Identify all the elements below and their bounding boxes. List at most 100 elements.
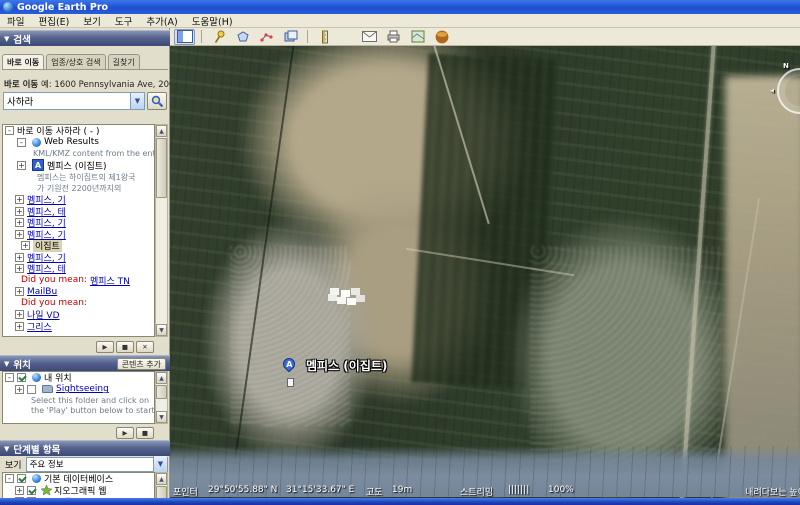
scroll-up-icon[interactable]: ▲ bbox=[156, 125, 167, 137]
print-button[interactable] bbox=[383, 29, 404, 45]
expand-node-icon[interactable]: + bbox=[15, 195, 24, 205]
collapse-panel-icon[interactable]: ▼ bbox=[4, 360, 9, 368]
expand-node-icon[interactable]: + bbox=[15, 229, 24, 239]
menu-view[interactable]: 보기 bbox=[76, 14, 107, 28]
result-item[interactable]: + 멤피스, 테 bbox=[3, 263, 154, 275]
scroll-up-icon[interactable]: ▲ bbox=[156, 473, 167, 485]
expand-node-icon[interactable]: + bbox=[21, 241, 30, 251]
scroll-down-icon[interactable]: ▼ bbox=[156, 411, 167, 423]
view-in-google-maps-button[interactable] bbox=[407, 29, 428, 45]
did-you-mean-link[interactable]: 멤피스 TN bbox=[90, 275, 130, 286]
result-item[interactable]: + 멤피스, 테 bbox=[3, 206, 154, 217]
result-item[interactable]: + 멤피스, 기 bbox=[3, 229, 154, 240]
scroll-down-icon[interactable]: ▼ bbox=[156, 324, 167, 336]
sightseeing-link[interactable]: Sightseeing bbox=[56, 384, 109, 394]
ruler-button[interactable] bbox=[314, 29, 335, 45]
result-link[interactable]: 멤피스, 테 bbox=[27, 206, 66, 217]
search-input[interactable]: 사하라 ▼ bbox=[3, 92, 145, 110]
result-link[interactable]: 멤피스, 테 bbox=[27, 263, 66, 274]
results-root-node[interactable]: - 바로 이동 사하라 ( - ) bbox=[3, 125, 154, 137]
expand-node-icon[interactable]: + bbox=[15, 264, 24, 274]
collapse-node-icon[interactable]: - bbox=[5, 373, 14, 383]
add-path-button[interactable] bbox=[256, 29, 277, 45]
layers-view-select[interactable]: 주요 정보 ▼ bbox=[25, 456, 168, 472]
placemark-doc-icon[interactable] bbox=[287, 378, 294, 387]
sightseeing-node[interactable]: + Sightseeing bbox=[3, 384, 154, 396]
result-item[interactable]: + MailBu bbox=[3, 286, 154, 298]
result-link[interactable]: 멤피스, 기 bbox=[27, 252, 66, 263]
result-link[interactable]: 그리스 bbox=[27, 321, 52, 332]
menu-file[interactable]: 파일 bbox=[0, 14, 31, 28]
expand-node-icon[interactable]: + bbox=[15, 485, 24, 495]
add-image-overlay-button[interactable] bbox=[280, 29, 301, 45]
geographic-web-checkbox[interactable] bbox=[27, 485, 36, 495]
result-link[interactable]: 멤피스, 기 bbox=[27, 194, 66, 205]
collapse-panel-icon[interactable]: ▼ bbox=[4, 35, 9, 43]
collapse-node-icon[interactable]: - bbox=[5, 126, 14, 136]
stop-tour-button[interactable]: ■ bbox=[116, 340, 134, 353]
email-button[interactable] bbox=[359, 29, 380, 45]
add-polygon-button[interactable] bbox=[232, 29, 253, 45]
menu-help[interactable]: 도움말(H) bbox=[185, 14, 240, 28]
add-placemark-button[interactable] bbox=[208, 29, 229, 45]
tab-find-businesses[interactable]: 업종/상호 검색 bbox=[46, 54, 106, 69]
primary-database-node[interactable]: - 기본 데이터베이스 bbox=[3, 473, 154, 485]
menu-edit[interactable]: 편집(E) bbox=[31, 14, 76, 28]
scroll-thumb[interactable] bbox=[156, 385, 167, 399]
satellite-map-view[interactable]: N ◂ A 멤피스 (이집트) 포인터 29°50'55.88" N 31°15… bbox=[170, 46, 800, 505]
result-link[interactable]: 나일 VD bbox=[27, 309, 60, 320]
menu-tools[interactable]: 도구 bbox=[108, 14, 139, 28]
results-scrollbar[interactable]: ▲ ▼ bbox=[155, 124, 168, 337]
compass-west-arrow-icon[interactable]: ◂ bbox=[770, 86, 774, 95]
memphis-placemark-label[interactable]: 멤피스 (이집트) bbox=[306, 357, 387, 374]
scroll-thumb[interactable] bbox=[156, 138, 167, 198]
expand-node-icon[interactable]: + bbox=[15, 287, 24, 297]
result-item[interactable]: + 멤피스, 기 bbox=[3, 252, 154, 263]
result-link[interactable]: 멤피스, 기 bbox=[27, 217, 66, 228]
result-item[interactable]: + 멤피스, 기 bbox=[3, 217, 154, 229]
result-item-selected[interactable]: + 이집트 bbox=[3, 240, 154, 252]
add-content-button[interactable]: 콘텐츠 추가 bbox=[116, 357, 166, 370]
clear-results-button[interactable]: ✕ bbox=[136, 340, 154, 353]
result-link[interactable]: 멤피스, 기 bbox=[27, 229, 66, 240]
web-results-node[interactable]: - Web Results bbox=[3, 137, 154, 149]
search-panel-header[interactable]: ▼ 검색 bbox=[0, 30, 170, 46]
selected-result-row[interactable]: + A 멤피스 (이집트) bbox=[3, 158, 154, 172]
play-places-tour-button[interactable]: ▶ bbox=[116, 426, 134, 439]
tab-fly-to[interactable]: 바로 이동 bbox=[2, 54, 45, 69]
earth-view-button[interactable] bbox=[431, 29, 452, 45]
geographic-web-node[interactable]: + 지오그래픽 웹 bbox=[3, 485, 154, 496]
expand-node-icon[interactable]: + bbox=[15, 384, 24, 394]
title-bar[interactable]: Google Earth Pro bbox=[0, 0, 800, 14]
collapse-node-icon[interactable]: - bbox=[17, 137, 26, 147]
expand-node-icon[interactable]: + bbox=[15, 252, 24, 262]
result-item[interactable]: + 멤피스, 기 bbox=[3, 194, 154, 206]
play-tour-button[interactable]: ▶ bbox=[96, 340, 114, 353]
expand-node-icon[interactable]: + bbox=[15, 310, 24, 320]
view-dropdown-icon[interactable]: ▼ bbox=[153, 456, 167, 472]
my-places-node[interactable]: - 내 위치 bbox=[3, 372, 154, 384]
layers-panel-header[interactable]: ▼ 단계별 항목 bbox=[0, 440, 170, 456]
expand-node-icon[interactable]: + bbox=[15, 206, 24, 216]
menu-add[interactable]: 추가(A) bbox=[139, 14, 184, 28]
result-item[interactable]: + 나일 VD bbox=[3, 309, 154, 321]
result-item[interactable]: + 그리스 bbox=[3, 321, 154, 332]
result-link[interactable]: MailBu bbox=[27, 287, 57, 297]
primary-database-checkbox[interactable] bbox=[17, 474, 26, 484]
expand-node-icon[interactable]: + bbox=[15, 218, 24, 228]
sidebar-toggle-button[interactable] bbox=[174, 28, 195, 45]
scroll-up-icon[interactable]: ▲ bbox=[156, 372, 167, 384]
tab-directions[interactable]: 길찾기 bbox=[107, 54, 140, 69]
places-scrollbar[interactable]: ▲ ▼ bbox=[155, 371, 168, 424]
expand-node-icon[interactable]: + bbox=[15, 321, 24, 331]
result-link[interactable]: 이집트 bbox=[33, 240, 62, 252]
collapse-panel-icon[interactable]: ▼ bbox=[4, 445, 9, 453]
collapse-node-icon[interactable]: - bbox=[5, 474, 14, 484]
sightseeing-checkbox[interactable] bbox=[27, 384, 36, 394]
my-places-checkbox[interactable] bbox=[17, 373, 26, 383]
expand-node-icon[interactable]: + bbox=[17, 160, 26, 170]
stop-places-tour-button[interactable]: ■ bbox=[136, 426, 154, 439]
search-button[interactable] bbox=[147, 92, 167, 110]
places-panel-header[interactable]: ▼ 위치 콘텐츠 추가 bbox=[0, 355, 170, 371]
search-history-dropdown-icon[interactable]: ▼ bbox=[130, 93, 144, 109]
